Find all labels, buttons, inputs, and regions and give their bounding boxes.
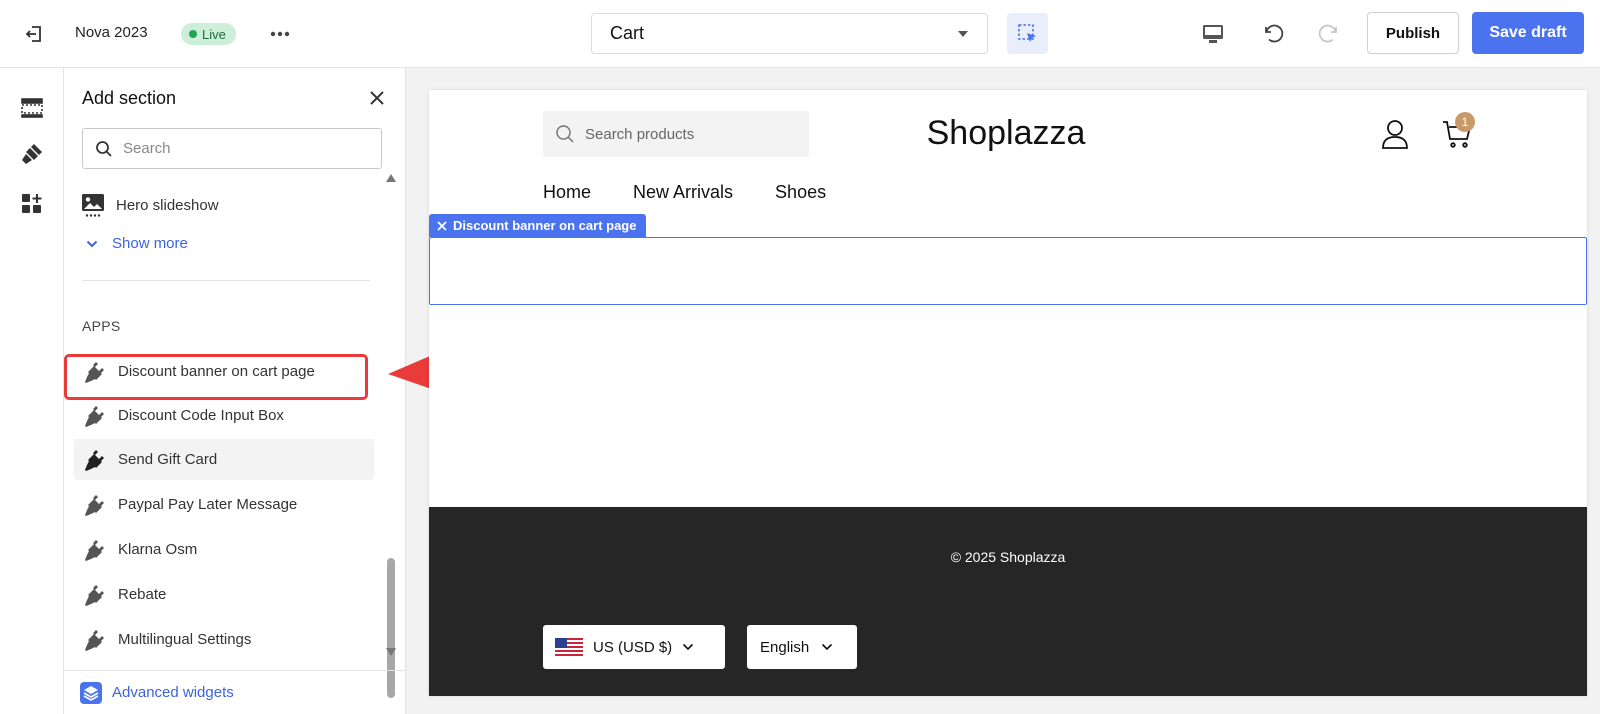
- page-template-select[interactable]: Cart: [591, 13, 988, 54]
- app-item-label: Paypal Pay Later Message: [118, 496, 298, 513]
- apps-heading: APPS: [82, 318, 121, 334]
- sections-layout-icon: [21, 98, 43, 118]
- app-item-paypal-pay-later[interactable]: Paypal Pay Later Message: [74, 484, 374, 525]
- language-select[interactable]: English: [747, 625, 857, 669]
- caret-down-icon: [958, 30, 968, 37]
- close-panel-button[interactable]: [365, 86, 389, 110]
- scroll-up-arrow-icon[interactable]: [386, 174, 396, 182]
- page-template-label: Cart: [610, 23, 645, 43]
- more-dots-icon: [270, 31, 290, 37]
- nav-home[interactable]: Home: [543, 182, 591, 203]
- rail-theme-settings-button[interactable]: [16, 138, 48, 170]
- shop-footer: © 2025 Shoplazza US (USD $) English: [429, 507, 1587, 696]
- save-draft-button[interactable]: Save draft: [1472, 12, 1584, 54]
- selected-section-frame[interactable]: [429, 237, 1587, 305]
- nav-shoes[interactable]: Shoes: [775, 182, 826, 203]
- cart-count-badge: 1: [1455, 112, 1475, 132]
- selected-section-tag[interactable]: Discount banner on cart page: [429, 214, 647, 237]
- undo-button[interactable]: [1257, 18, 1289, 50]
- publish-button[interactable]: Publish: [1367, 12, 1459, 54]
- app-item-klarna-osm[interactable]: Klarna Osm: [74, 529, 374, 570]
- exit-editor-button[interactable]: [20, 20, 48, 48]
- image-icon: [82, 193, 104, 217]
- exit-icon: [25, 26, 41, 42]
- app-item-rebate[interactable]: Rebate: [74, 574, 374, 615]
- app-item-label: Send Gift Card: [118, 451, 218, 468]
- editor-left-rail: [0, 68, 64, 714]
- search-icon: [556, 125, 574, 143]
- shop-logo[interactable]: Shoplazza: [833, 114, 1179, 153]
- app-item-label: Discount banner on cart page: [118, 363, 315, 380]
- currency-select[interactable]: US (USD $): [543, 625, 725, 669]
- show-more-link[interactable]: Show more: [86, 235, 188, 252]
- store-name: Nova 2023: [75, 24, 148, 41]
- app-item-discount-code-input[interactable]: Discount Code Input Box: [74, 395, 374, 436]
- panel-divider: [82, 280, 370, 281]
- language-label: English: [760, 638, 810, 656]
- chevron-down-icon: [822, 643, 833, 651]
- live-status-badge: Live: [181, 23, 236, 45]
- more-options-button[interactable]: [266, 20, 294, 48]
- account-button[interactable]: [1377, 116, 1413, 152]
- desktop-preview-button[interactable]: [1197, 18, 1229, 50]
- editor-topbar: Nova 2023 Live Cart Publish Save draft: [0, 0, 1600, 68]
- selected-section-label: Discount banner on cart page: [453, 218, 637, 233]
- plug-icon: [85, 584, 104, 606]
- app-item-multilingual-settings[interactable]: Multilingual Settings: [74, 619, 374, 660]
- plug-icon: [85, 539, 104, 561]
- select-cursor-icon: [1017, 23, 1036, 42]
- chevron-down-icon: [86, 240, 98, 247]
- app-item-label: Discount Code Input Box: [118, 407, 284, 424]
- live-badge-label: Live: [202, 26, 226, 42]
- plug-icon: [85, 629, 104, 651]
- app-item-discount-banner[interactable]: Discount banner on cart page: [74, 351, 374, 392]
- app-item-label: Multilingual Settings: [118, 631, 252, 648]
- panel-title: Add section: [82, 88, 177, 108]
- close-icon[interactable]: [437, 220, 447, 231]
- show-more-label: Show more: [112, 235, 188, 252]
- add-section-panel: Add section Hero slideshow Show more APP…: [64, 68, 406, 714]
- footer-copyright: © 2025 Shoplazza: [950, 549, 1066, 565]
- us-flag-icon: [555, 638, 583, 656]
- storefront-preview: Shoplazza 1 Home New Arrivals Shoes Disc…: [429, 90, 1587, 696]
- layers-icon: [80, 681, 102, 704]
- panel-scrollbar[interactable]: [384, 174, 398, 698]
- section-item-label: Hero slideshow: [116, 197, 219, 214]
- inspect-select-button[interactable]: [1007, 13, 1048, 54]
- shop-search-input[interactable]: [585, 125, 795, 143]
- app-item-label: Rebate: [118, 586, 167, 603]
- app-item-label: Klarna Osm: [118, 541, 198, 558]
- search-icon: [96, 140, 112, 157]
- scroll-down-arrow-icon[interactable]: [386, 648, 396, 656]
- plug-icon: [85, 405, 104, 427]
- section-search-input[interactable]: [123, 140, 363, 157]
- plug-icon: [85, 449, 104, 471]
- advanced-widgets-link[interactable]: Advanced widgets: [64, 670, 405, 714]
- rail-sections-button[interactable]: [16, 92, 48, 124]
- live-dot-icon: [189, 30, 197, 38]
- paintbrush-icon: [22, 144, 42, 164]
- plug-icon: [85, 361, 104, 383]
- nav-new-arrivals[interactable]: New Arrivals: [633, 182, 733, 203]
- undo-icon: [1265, 24, 1284, 43]
- apps-grid-icon: [22, 194, 42, 213]
- section-item-hero-slideshow[interactable]: Hero slideshow: [74, 185, 374, 226]
- desktop-icon: [1203, 25, 1223, 43]
- redo-icon: [1318, 24, 1337, 43]
- currency-label: US (USD $): [593, 638, 673, 656]
- rail-apps-button[interactable]: [16, 188, 48, 220]
- app-item-send-gift-card[interactable]: Send Gift Card: [74, 439, 374, 480]
- close-icon: [370, 91, 384, 105]
- user-icon: [1382, 120, 1408, 149]
- chevron-down-icon: [683, 643, 694, 651]
- advanced-widgets-label: Advanced widgets: [112, 684, 234, 701]
- section-search-field: [82, 128, 382, 169]
- plug-icon: [85, 494, 104, 516]
- shop-navigation: Home New Arrivals Shoes: [543, 182, 826, 203]
- redo-button[interactable]: [1313, 18, 1345, 50]
- shop-search-field: [543, 111, 809, 157]
